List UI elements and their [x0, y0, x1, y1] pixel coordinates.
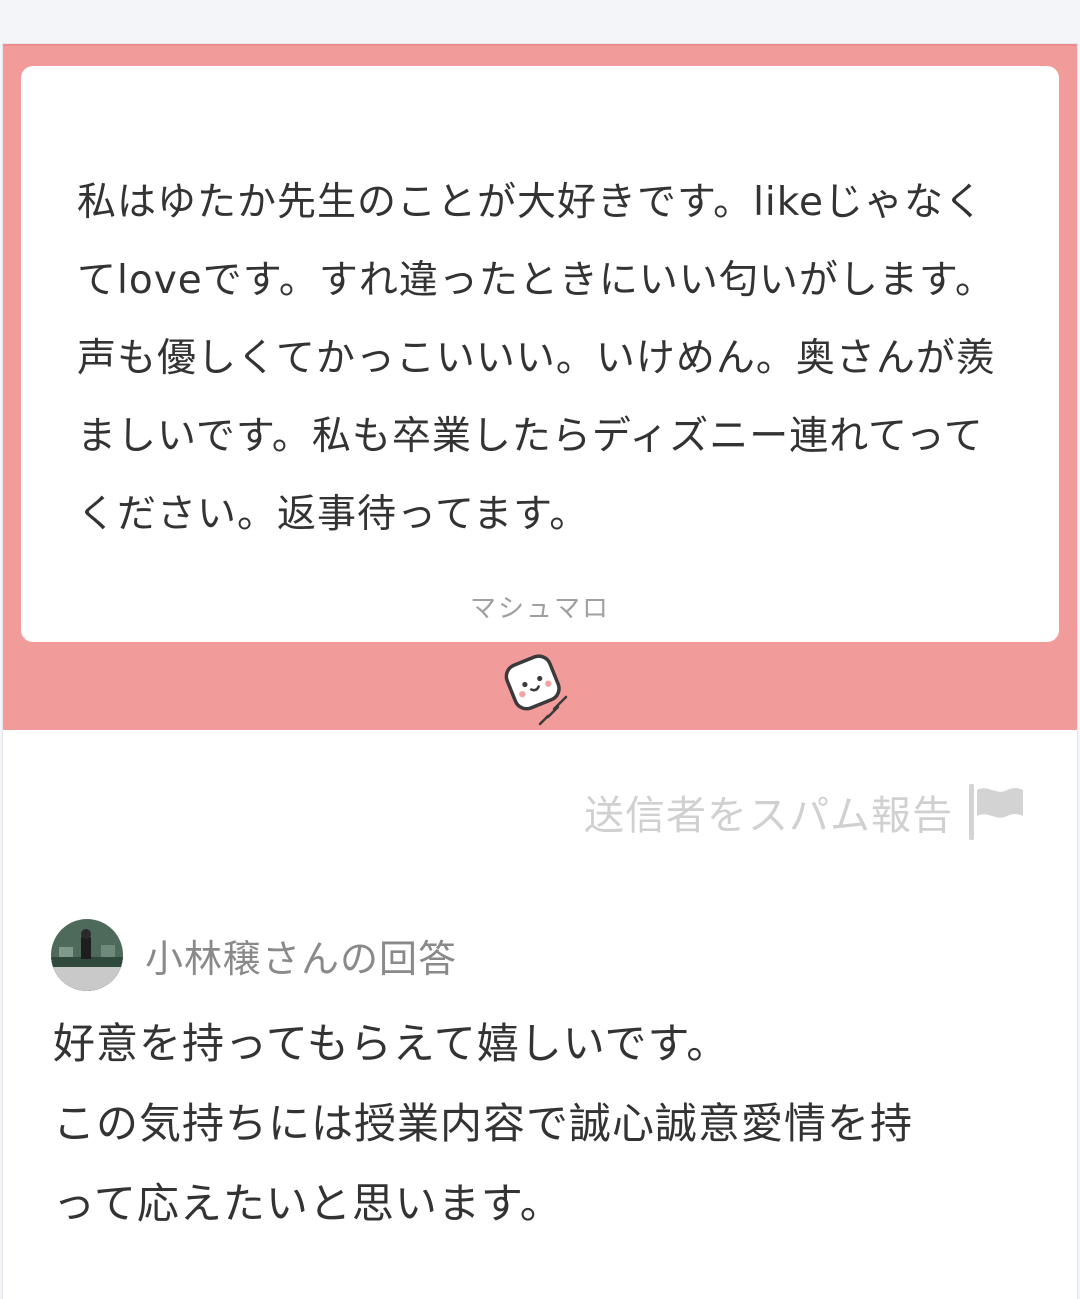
question-text: 私はゆたか先生のことが大好きです。likeじゃなくてloveです。すれ違ったとき… [77, 180, 996, 537]
report-spam-button[interactable]: 送信者をスパム報告 [584, 782, 1027, 842]
answer-line: って応えたいと思います。 [53, 1179, 563, 1228]
marshmallow-card: 私はゆたか先生のことが大好きです。likeじゃなくてloveです。すれ違ったとき… [3, 44, 1077, 1299]
avatar[interactable] [51, 919, 123, 991]
marshmallow-mascot-icon [504, 654, 568, 726]
answer-line: この気持ちには授業内容で誠心誠意愛情を持 [53, 1099, 914, 1148]
answer-header: 小林穣さんの回答 [51, 919, 457, 991]
answer-line: 好意を持ってもらえて嬉しいです。 [53, 1019, 730, 1068]
flag-icon [969, 784, 1023, 840]
page: 私はゆたか先生のことが大好きです。likeじゃなくてloveです。すれ違ったとき… [0, 0, 1080, 1299]
report-spam-label: 送信者をスパム報告 [584, 793, 953, 839]
answer-text: 好意を持ってもらえて嬉しいです。 この気持ちには授業内容で誠心誠意愛情を持 って… [53, 1004, 1043, 1244]
brand-label: マシュマロ [469, 594, 610, 624]
question-box: 私はゆたか先生のことが大好きです。likeじゃなくてloveです。すれ違ったとき… [21, 66, 1059, 642]
question-band: 私はゆたか先生のことが大好きです。likeじゃなくてloveです。すれ違ったとき… [3, 44, 1077, 730]
answer-author-label: 小林穣さんの回答 [145, 936, 458, 981]
